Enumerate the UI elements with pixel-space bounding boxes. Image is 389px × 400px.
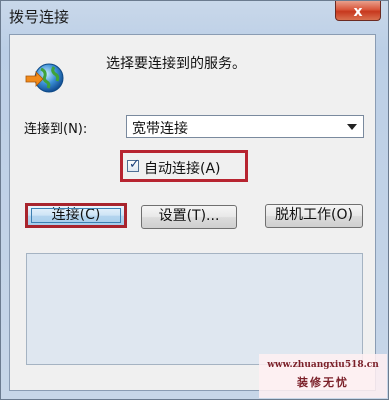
prompt-text: 选择要连接到的服务。	[106, 56, 246, 72]
auto-connect-checkbox[interactable]: ✓	[127, 157, 140, 172]
connection-select[interactable]: 宽带连接	[126, 115, 364, 138]
window-title: 拨号连接	[9, 8, 70, 26]
dialog-client-area: 选择要连接到的服务。 连接到(N): 宽带连接 ✓ 自动连接(A) 连接(C) …	[9, 34, 376, 391]
watermark: www.zhuangxiu518.cn 装修无忧	[259, 354, 387, 398]
close-button[interactable]: x	[335, 1, 381, 21]
close-icon: x	[353, 4, 363, 20]
settings-button-label: 设置(T)...	[158, 208, 220, 224]
watermark-url: www.zhuangxiu518.cn	[267, 360, 379, 370]
auto-connect-label[interactable]: 自动连接(A)	[144, 158, 221, 178]
connection-select-value: 宽带连接	[132, 121, 188, 137]
connect-button-focus-ring	[31, 208, 121, 223]
settings-button[interactable]: 设置(T)...	[141, 205, 237, 229]
watermark-name: 装修无忧	[297, 376, 349, 389]
chevron-down-icon[interactable]	[347, 124, 357, 130]
checkmark-icon: ✓	[129, 157, 140, 172]
connect-button[interactable]: 连接(C)	[25, 203, 127, 228]
auto-connect-highlight: ✓ 自动连接(A)	[120, 150, 248, 182]
title-bar[interactable]: 拨号连接 x	[1, 1, 388, 33]
work-offline-button-label: 脱机工作(O)	[275, 207, 353, 223]
connect-to-label: 连接到(N):	[24, 122, 88, 137]
work-offline-button[interactable]: 脱机工作(O)	[265, 204, 363, 228]
dialup-window: 拨号连接 x 选择要连接到的服务。 连接到(N): 宽带连接 ✓ 自动连接(A)…	[0, 0, 389, 400]
status-panel	[26, 253, 363, 365]
globe-with-arrow-icon	[24, 61, 66, 97]
